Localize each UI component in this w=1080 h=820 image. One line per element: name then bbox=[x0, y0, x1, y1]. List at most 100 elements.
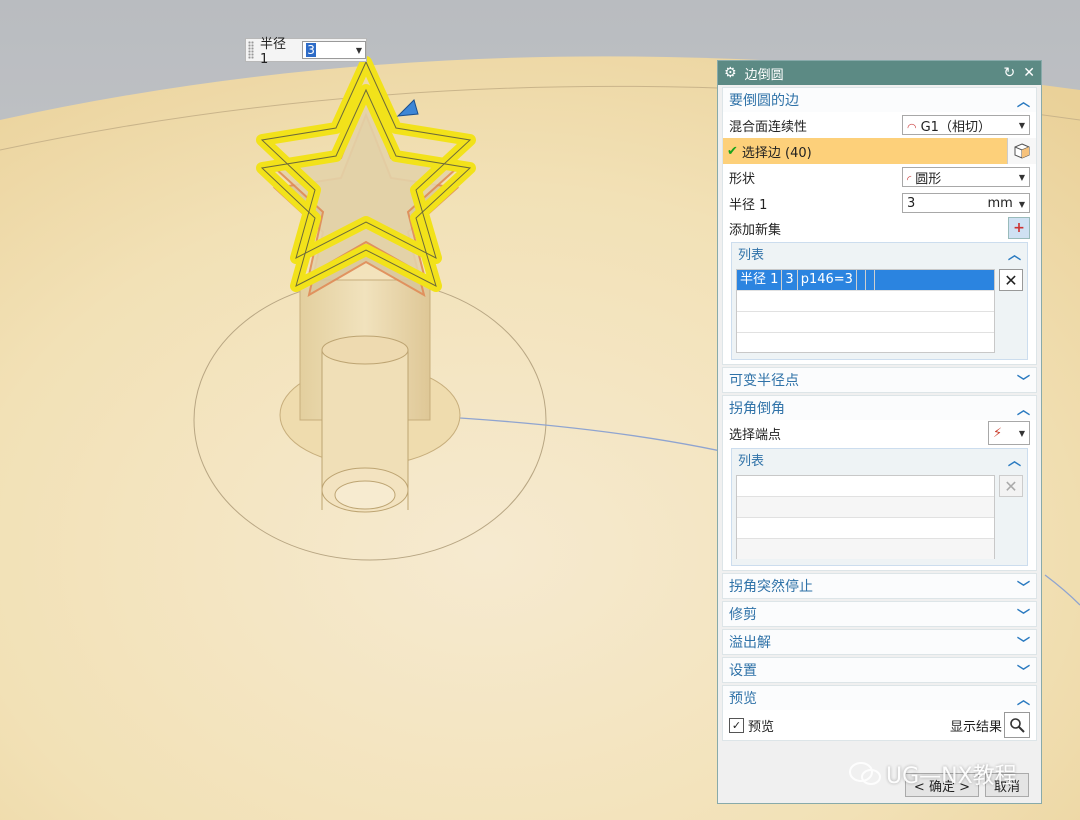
list-cell-empty bbox=[857, 270, 866, 290]
list-cell-empty bbox=[866, 270, 875, 290]
section-settings-title: 设置 bbox=[729, 663, 757, 679]
watermark-text: UG—NX教程 bbox=[886, 764, 1017, 789]
section-variable-radius-header[interactable]: 可变半径点 ﹀ bbox=[723, 368, 1036, 392]
section-overflow-header[interactable]: 溢出解 ﹀ bbox=[723, 630, 1036, 654]
section-corner-stop-header[interactable]: 拐角突然停止 ﹀ bbox=[723, 574, 1036, 598]
delete-icon[interactable]: ✕ bbox=[999, 269, 1023, 291]
table-row bbox=[737, 291, 994, 312]
section-preview: 预览 ︿ ✓ 预览 显示结果 bbox=[722, 685, 1037, 741]
add-set-row: 添加新集 + bbox=[723, 216, 1036, 240]
radius-unit[interactable]: mm bbox=[988, 196, 1013, 211]
table-row bbox=[737, 539, 994, 559]
show-result-group: 显示结果 bbox=[950, 712, 1030, 738]
preview-checkbox-group[interactable]: ✓ 预览 bbox=[729, 716, 774, 735]
edges-list-area: 半径 1 3 p146=3 ✕ bbox=[732, 263, 1027, 359]
section-variable-radius[interactable]: 可变半径点 ﹀ bbox=[722, 367, 1037, 393]
add-set-label: 添加新集 bbox=[729, 222, 782, 238]
table-row bbox=[737, 476, 994, 497]
continuity-value: G1（相切） bbox=[920, 119, 991, 135]
chevron-down-icon[interactable]: ▼ bbox=[1019, 173, 1025, 182]
table-row bbox=[737, 312, 994, 333]
section-overflow[interactable]: 溢出解 ﹀ bbox=[722, 629, 1037, 655]
radius-onscreen-value[interactable]: 3 bbox=[306, 43, 316, 57]
setback-list-table[interactable] bbox=[736, 475, 995, 559]
continuity-select[interactable]: ◠ G1（相切） ▼ bbox=[902, 115, 1030, 135]
drag-grip-icon[interactable] bbox=[248, 41, 254, 59]
shape-label: 形状 bbox=[729, 171, 756, 187]
show-result-label: 显示结果 bbox=[949, 719, 1002, 735]
shape-row: 形状 ◜ 圆形 ▼ bbox=[723, 164, 1036, 190]
radius-onscreen-field[interactable]: 3 ▼ bbox=[302, 41, 366, 59]
table-row bbox=[737, 518, 994, 539]
chevron-down-icon[interactable]: ﹀ bbox=[1017, 661, 1030, 680]
chevron-down-icon[interactable]: ﹀ bbox=[1017, 371, 1030, 390]
dialog-title: 边倒圆 bbox=[744, 67, 784, 83]
chevron-down-icon[interactable]: ﹀ bbox=[1017, 577, 1030, 596]
section-edges-title: 要倒圆的边 bbox=[729, 93, 799, 109]
setback-list-header[interactable]: 列表 ︿ bbox=[732, 449, 1027, 469]
continuity-label: 混合面连续性 bbox=[729, 119, 808, 135]
section-trim-title: 修剪 bbox=[729, 607, 757, 623]
edge-blend-dialog: ⚙ 边倒圆 ↻ ✕ 要倒圆的边 ︿ 混合面连续性 ◠ G1（相切） ▼ ✔ 选择边… bbox=[717, 60, 1042, 804]
chevron-up-icon[interactable]: ︿ bbox=[1017, 399, 1030, 418]
section-trim[interactable]: 修剪 ﹀ bbox=[722, 601, 1037, 627]
edges-list-header[interactable]: 列表 ︿ bbox=[732, 243, 1027, 263]
preview-row: ✓ 预览 显示结果 bbox=[723, 710, 1036, 740]
list-cell-expr: p146=3 bbox=[798, 270, 857, 290]
edges-list-table[interactable]: 半径 1 3 p146=3 bbox=[736, 269, 995, 353]
list-cell-value: 3 bbox=[782, 270, 798, 290]
point-select-icon[interactable]: ⚡ bbox=[993, 426, 1002, 441]
chevron-down-icon[interactable]: ▼ bbox=[1019, 121, 1025, 130]
radius-value[interactable]: 3 bbox=[907, 196, 915, 211]
radius-label: 半径 1 bbox=[729, 197, 768, 213]
radius-onscreen-label: 半径 1 bbox=[259, 37, 286, 67]
continuity-row: 混合面连续性 ◠ G1（相切） ▼ bbox=[723, 112, 1036, 138]
chevron-up-icon[interactable]: ︿ bbox=[1008, 450, 1021, 469]
section-settings-header[interactable]: 设置 ﹀ bbox=[723, 658, 1036, 682]
chevron-down-icon[interactable]: ▼ bbox=[1019, 429, 1025, 438]
magnifier-icon[interactable] bbox=[1004, 712, 1030, 738]
reset-icon[interactable]: ↻ bbox=[1004, 65, 1016, 81]
section-settings[interactable]: 设置 ﹀ bbox=[722, 657, 1037, 683]
select-end-row: 选择端点 ⚡ ▼ bbox=[723, 420, 1036, 446]
section-corner-setback: 拐角倒角 ︿ 选择端点 ⚡ ▼ 列表 ︿ ✕ bbox=[722, 395, 1037, 571]
table-row bbox=[737, 333, 994, 353]
shape-select[interactable]: ◜ 圆形 ▼ bbox=[902, 167, 1030, 187]
watermark: UG—NX教程 bbox=[848, 758, 1017, 790]
select-edge-row[interactable]: ✔ 选择边 (40) bbox=[723, 138, 1036, 164]
section-edges: 要倒圆的边 ︿ 混合面连续性 ◠ G1（相切） ▼ ✔ 选择边 (40) 形状 ◜… bbox=[722, 87, 1037, 365]
list-cell-name: 半径 1 bbox=[737, 270, 783, 290]
radius-field[interactable]: 3 mm ▼ bbox=[902, 193, 1030, 213]
select-end-button[interactable]: ⚡ ▼ bbox=[988, 421, 1030, 445]
section-edges-header[interactable]: 要倒圆的边 ︿ bbox=[723, 88, 1036, 112]
chevron-down-icon[interactable]: ﹀ bbox=[1017, 633, 1030, 652]
gear-icon[interactable]: ⚙ bbox=[724, 65, 737, 81]
delete-icon[interactable]: ✕ bbox=[999, 475, 1023, 497]
table-row bbox=[737, 497, 994, 518]
preview-checkbox[interactable]: ✓ bbox=[729, 717, 744, 733]
continuity-icon: ◠ bbox=[907, 120, 917, 134]
close-icon[interactable]: ✕ bbox=[1023, 65, 1035, 81]
chevron-up-icon[interactable]: ︿ bbox=[1017, 91, 1030, 110]
section-trim-header[interactable]: 修剪 ﹀ bbox=[723, 602, 1036, 626]
section-corner-stop[interactable]: 拐角突然停止 ﹀ bbox=[722, 573, 1037, 599]
dialog-title-bar[interactable]: ⚙ 边倒圆 ↻ ✕ bbox=[718, 61, 1041, 85]
chevron-down-icon[interactable]: ﹀ bbox=[1017, 605, 1030, 624]
chevron-down-icon[interactable]: ▼ bbox=[1019, 200, 1025, 209]
shape-icon: ◜ bbox=[907, 172, 912, 186]
checkmark-icon: ✔ bbox=[727, 143, 738, 159]
cube-select-icon[interactable] bbox=[1007, 138, 1036, 164]
setback-list-panel: 列表 ︿ ✕ bbox=[731, 448, 1028, 566]
chevron-up-icon[interactable]: ︿ bbox=[1017, 689, 1030, 708]
add-set-icon[interactable]: + bbox=[1008, 217, 1030, 239]
section-corner-setback-header[interactable]: 拐角倒角 ︿ bbox=[723, 396, 1036, 420]
edges-list-title: 列表 bbox=[738, 247, 765, 263]
select-end-label: 选择端点 bbox=[729, 427, 782, 443]
table-row[interactable]: 半径 1 3 p146=3 bbox=[737, 270, 994, 291]
section-corner-setback-title: 拐角倒角 bbox=[729, 401, 785, 417]
chevron-up-icon[interactable]: ︿ bbox=[1008, 244, 1021, 263]
section-preview-header[interactable]: 预览 ︿ bbox=[723, 686, 1036, 710]
setback-list-area: ✕ bbox=[732, 469, 1027, 565]
chevron-down-icon[interactable]: ▼ bbox=[356, 46, 362, 55]
shape-value: 圆形 bbox=[915, 171, 942, 187]
